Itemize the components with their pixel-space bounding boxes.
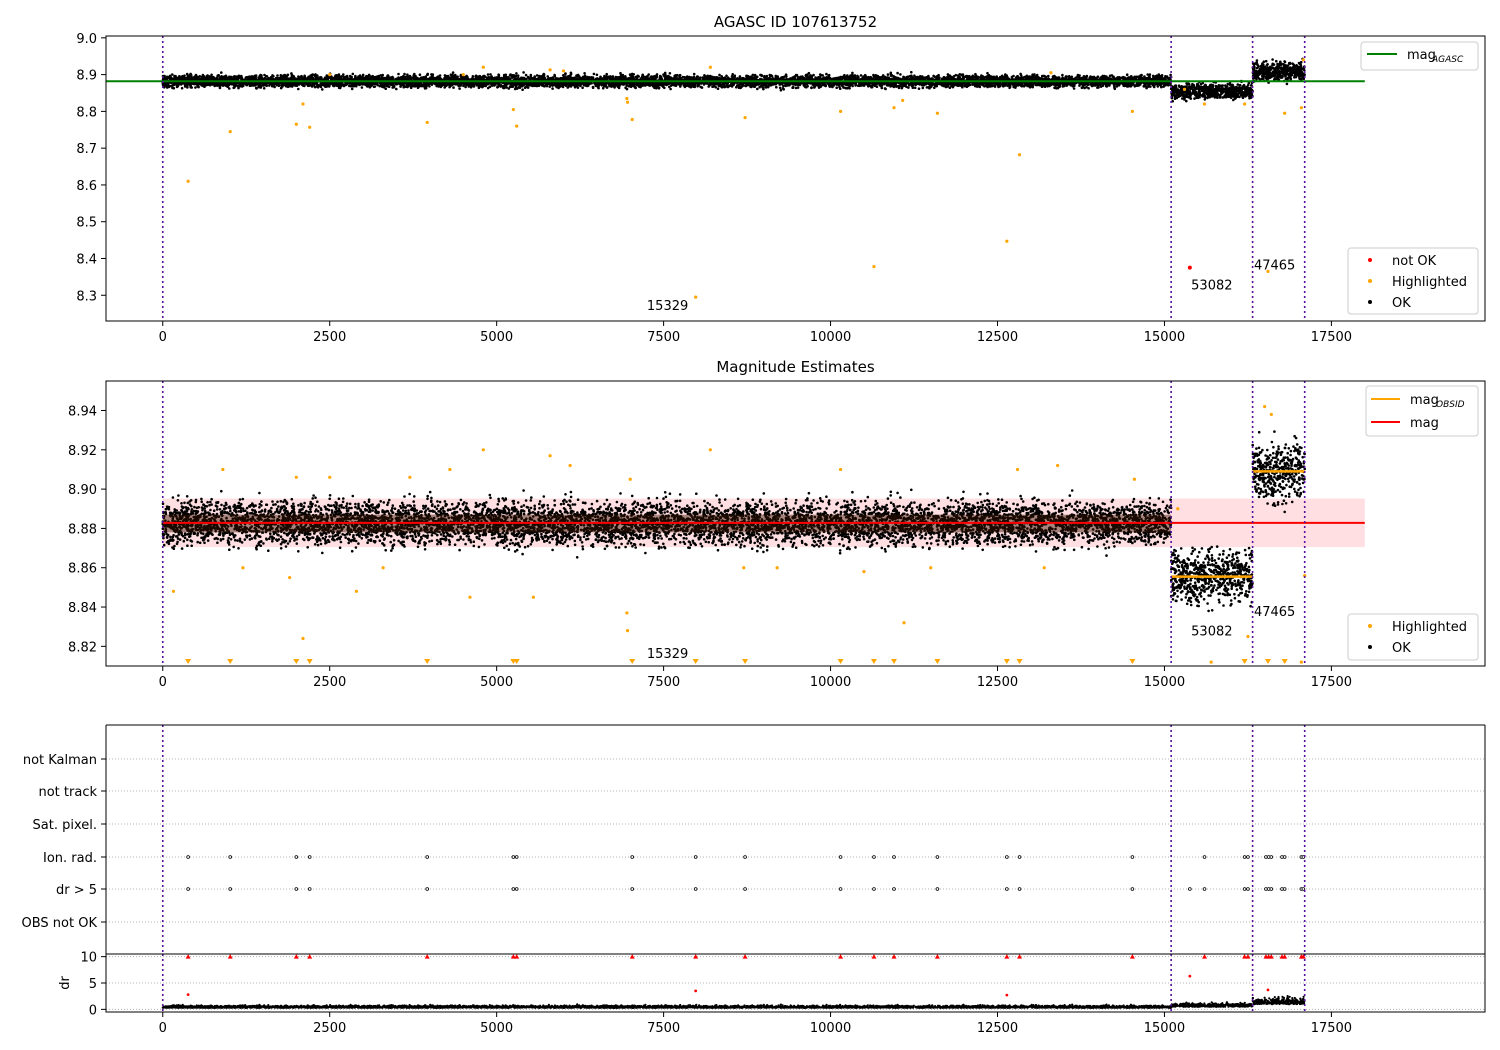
data-point — [228, 75, 231, 79]
data-point — [692, 72, 696, 76]
data-point — [1040, 74, 1044, 78]
data-point — [761, 86, 764, 89]
data-point — [910, 70, 913, 74]
data-point — [676, 73, 679, 77]
data-point — [522, 71, 525, 74]
data-point — [276, 74, 279, 77]
data-point — [827, 73, 831, 77]
data-point — [859, 74, 863, 77]
data-point — [778, 86, 782, 90]
data-point — [321, 88, 324, 91]
figure: AGASC ID 1076137521532953082474650 2500 50… — [22, 13, 1486, 1036]
data-point — [668, 72, 672, 75]
data-point — [269, 76, 273, 80]
data-point — [1047, 74, 1050, 78]
data-point — [516, 74, 520, 77]
data-point — [932, 74, 935, 78]
data-point — [515, 72, 518, 75]
data-point — [303, 84, 306, 88]
data-point — [655, 73, 659, 76]
data-point — [194, 86, 197, 89]
data-point — [395, 87, 398, 91]
data-point — [956, 84, 960, 87]
data-point — [319, 85, 323, 89]
data-point — [1096, 83, 1099, 87]
data-point — [911, 86, 915, 89]
data-point — [345, 75, 348, 78]
data-point — [639, 85, 642, 89]
data-point — [647, 73, 650, 76]
data-point — [896, 71, 899, 75]
data-point — [350, 87, 354, 91]
data-point — [591, 85, 595, 89]
data-point — [880, 86, 884, 90]
data-point — [279, 86, 283, 90]
chart-title: AGASC ID 107613752 — [714, 13, 877, 31]
data-point — [316, 74, 319, 77]
data-point — [937, 73, 940, 77]
data-point — [367, 73, 371, 77]
data-point — [595, 73, 599, 77]
data-point — [1169, 73, 1172, 77]
data-point — [775, 85, 778, 89]
data-point — [744, 84, 748, 88]
data-point — [592, 72, 596, 76]
data-point — [581, 86, 584, 89]
data-point — [524, 73, 528, 77]
data-point — [265, 75, 269, 78]
data-point — [813, 86, 816, 89]
data-point — [515, 87, 519, 90]
data-point — [297, 87, 300, 91]
data-point — [1072, 87, 1076, 90]
data-point — [451, 71, 455, 74]
data-point — [403, 72, 406, 76]
data-point — [175, 85, 179, 89]
data-point — [486, 73, 490, 76]
data-point — [569, 71, 573, 75]
data-point — [986, 71, 989, 75]
data-point — [232, 75, 235, 79]
data-point — [886, 73, 890, 76]
chart-agasc: AGASC ID 1076137521532953082474650 2500 50… — [76, 13, 1486, 345]
data-point — [564, 72, 567, 75]
data-point — [946, 73, 950, 76]
data-point — [255, 87, 258, 90]
data-point — [489, 73, 492, 76]
data-point — [782, 75, 786, 79]
data-point — [1148, 73, 1152, 76]
data-point — [538, 74, 541, 78]
data-point — [220, 71, 223, 74]
data-point — [1096, 86, 1099, 89]
data-point — [424, 75, 427, 79]
data-point — [617, 86, 621, 90]
data-point — [603, 74, 606, 78]
data-point — [718, 73, 721, 77]
data-point — [751, 73, 755, 77]
data-point — [197, 75, 200, 79]
data-point — [825, 72, 828, 76]
data-point — [418, 73, 422, 76]
data-point — [703, 74, 706, 77]
data-point — [1061, 73, 1064, 77]
data-point — [384, 87, 388, 90]
data-point — [716, 87, 720, 90]
data-point — [562, 74, 565, 77]
data-point — [348, 84, 351, 88]
data-point — [458, 87, 461, 90]
data-point — [171, 73, 174, 76]
data-point — [351, 72, 355, 76]
data-point — [993, 85, 997, 88]
data-point — [976, 85, 979, 88]
data-point — [397, 72, 400, 76]
data-point — [917, 87, 921, 90]
data-point — [386, 74, 390, 77]
data-point — [960, 73, 963, 77]
data-point — [913, 74, 916, 77]
data-point — [354, 74, 357, 78]
data-point — [921, 86, 925, 90]
data-point — [456, 75, 459, 78]
data-point — [700, 86, 704, 89]
